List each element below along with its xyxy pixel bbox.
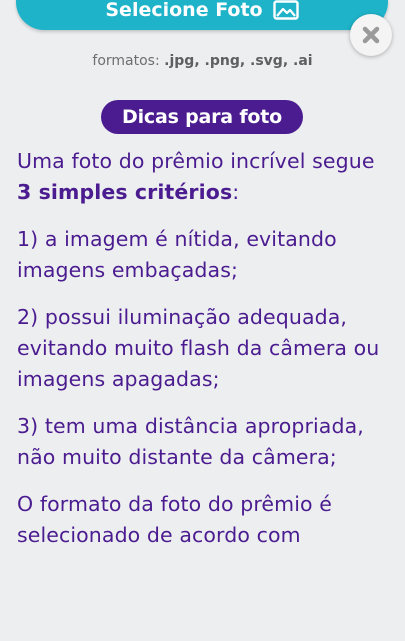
close-icon xyxy=(362,26,380,44)
formats-prefix: formatos: xyxy=(92,53,165,69)
tips-intro: Uma foto do prêmio incrível segue 3 simp… xyxy=(17,146,392,208)
tips-intro-colon: : xyxy=(232,180,240,204)
tips-intro-highlight: 3 simples critérios xyxy=(17,180,233,204)
criterion-3: 3) tem uma distância apropriada, não mui… xyxy=(17,414,364,469)
close-button[interactable] xyxy=(350,14,392,56)
criterion-1: 1) a imagem é nítida, evitando imagens e… xyxy=(17,227,337,282)
photo-tips-content: Uma foto do prêmio incrível segue 3 simp… xyxy=(17,146,392,567)
tips-intro-text: Uma foto do prêmio incrível segue xyxy=(17,149,375,173)
select-photo-label: Selecione Foto xyxy=(105,0,263,21)
upload-photo-panel: Selecione Foto formatos: .jpg, .png, .sv… xyxy=(0,0,405,641)
image-icon xyxy=(272,0,299,20)
tips-closing: O formato da foto do prêmio é selecionad… xyxy=(17,492,332,547)
photo-tips-badge: Dicas para foto xyxy=(101,100,303,134)
select-photo-button[interactable]: Selecione Foto xyxy=(16,0,388,30)
criterion-2: 2) possui iluminação adequada, evitando … xyxy=(17,305,380,391)
formats-extensions: .jpg, .png, .svg, .ai xyxy=(164,53,313,69)
accepted-formats: formatos: .jpg, .png, .svg, .ai xyxy=(0,51,405,71)
